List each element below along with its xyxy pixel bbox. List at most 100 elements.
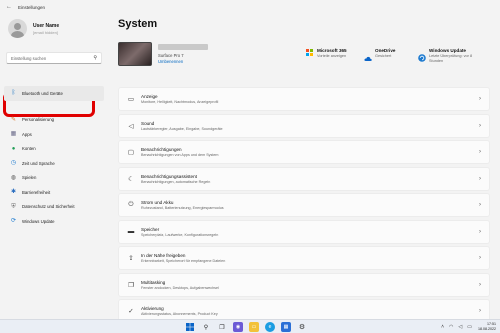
sidebar-item-accounts[interactable]: ● Konten	[4, 142, 104, 157]
settings-gear-icon[interactable]: ⚙	[297, 322, 307, 332]
activation-icon: ✓	[128, 308, 134, 315]
device-name-redacted	[158, 44, 208, 50]
user-email: [email hidden]	[33, 29, 58, 35]
person-icon: ●	[11, 145, 16, 152]
status-windows-update[interactable]: Windows Update Letzte Überprüfung: vor 8…	[418, 48, 483, 63]
chevron-right-icon: ›	[479, 308, 481, 314]
task-view-icon[interactable]: ❐	[217, 322, 227, 332]
search-icon[interactable]: ⚲	[93, 55, 97, 61]
settings-card-display[interactable]: ▭ Anzeige Monitore, Helligkeit, Nachtmod…	[118, 87, 490, 111]
sidebar-item-apps[interactable]: ▦ Apps	[4, 127, 104, 142]
microsoft-365-icon	[306, 49, 313, 56]
status-subtitle: Vorteile anzeigen	[317, 54, 347, 58]
chevron-up-icon[interactable]: ˄	[441, 324, 444, 330]
sidebar: User Name [email hidden] ⚲ ᛒ Bluetooth u…	[0, 14, 108, 319]
sidebar-item-personalization[interactable]: ✎ Personalisierung	[4, 113, 104, 128]
volume-icon[interactable]: ◁	[458, 324, 462, 330]
clock-date: 18.08.2022	[478, 326, 496, 331]
card-subtitle: Erkennbarkeit, Speicherort für empfangen…	[141, 259, 226, 263]
chat-icon[interactable]: ◉	[233, 322, 243, 332]
search-icon[interactable]: ⚲	[201, 322, 211, 332]
chevron-right-icon: ›	[479, 96, 481, 102]
sidebar-item-privacy[interactable]: ⛨ Datenschutz und Sicherheit	[4, 200, 104, 215]
card-subtitle: Lautstärkeregler, Ausgabe, Eingabe, Soun…	[141, 126, 223, 131]
settings-card-power[interactable]: ⏻ Strom und Akku Ruhezustand, Batterienu…	[118, 193, 490, 217]
card-subtitle: Speicherplatz, Laufwerke, Konfigurations…	[141, 232, 219, 237]
chevron-right-icon: ›	[479, 175, 481, 182]
moon-icon: ☾	[128, 175, 134, 183]
globe-clock-icon: ◷	[10, 160, 17, 167]
taskbar: ⚲ ❐ ◉ ▭ e ▦ ⚙ ˄ ◠ ◁ ▭ 17:51 18.08.2022	[0, 319, 500, 333]
card-subtitle: Benachrichtigungen, automatische Regeln	[141, 179, 211, 184]
device-info: Surface Pro 7 Umbenennen	[118, 42, 208, 66]
chevron-right-icon: ›	[479, 122, 481, 129]
sidebar-item-label: Bluetooth und Geräte	[22, 90, 63, 96]
sidebar-item-label: Datenschutz und Sicherheit	[22, 204, 75, 210]
user-name: User Name	[33, 22, 60, 29]
status-microsoft-365[interactable]: Microsoft 365 Vorteile anzeigen	[306, 48, 347, 59]
card-title: In der Nähe freigeben	[141, 253, 186, 258]
status-title: OneDrive	[375, 48, 396, 53]
status-subtitle: Letzte Überprüfung: vor 8 Stunden	[429, 54, 473, 63]
battery-icon[interactable]: ▭	[467, 324, 472, 330]
page-title: System	[118, 18, 158, 30]
sidebar-item-gaming[interactable]: ◍ Spielen	[4, 171, 104, 186]
sidebar-item-time-language[interactable]: ◷ Zeit und Sprache	[4, 156, 104, 171]
bluetooth-icon: ᛒ	[11, 90, 16, 97]
card-subtitle: Benachrichtigungen von Apps und dem Syst…	[141, 153, 219, 157]
sidebar-nav: ᛒ Bluetooth und Geräte ✎ Personalisierun…	[4, 86, 104, 229]
search-box[interactable]: ⚲	[6, 52, 102, 64]
card-title: Sound	[141, 120, 155, 126]
store-icon[interactable]: ▦	[281, 322, 291, 332]
windows-start-icon[interactable]	[185, 322, 195, 332]
sidebar-item-label: Personalisierung	[22, 117, 55, 123]
status-title: Windows Update	[429, 48, 466, 53]
power-icon: ⏻	[128, 201, 134, 208]
apps-icon: ▦	[10, 131, 17, 138]
storage-icon: ▬	[127, 228, 135, 235]
card-title: Speicher	[141, 226, 160, 232]
sidebar-item-accessibility[interactable]: ✱ Barrierefreiheit	[4, 185, 104, 200]
card-title: Benachrichtigungen	[141, 147, 182, 152]
settings-card-storage[interactable]: ▬ Speicher Speicherplatz, Laufwerke, Kon…	[118, 219, 490, 244]
sidebar-item-label: Windows Update	[22, 218, 55, 224]
card-subtitle: Aktivierungsstatus, Abonnements, Product…	[141, 312, 218, 316]
back-arrow-icon[interactable]: ←	[6, 4, 12, 10]
window-title: Einstellungen	[18, 4, 46, 10]
settings-card-notifications[interactable]: ▢ Benachrichtigungen Benachrichtigungen …	[118, 140, 490, 164]
file-explorer-icon[interactable]: ▭	[249, 322, 259, 332]
display-icon: ▭	[127, 96, 135, 103]
card-subtitle: Monitore, Helligkeit, Nachtmodus, Anzeig…	[141, 100, 219, 104]
windows-update-icon	[418, 49, 426, 62]
settings-list: ▭ Anzeige Monitore, Helligkeit, Nachtmod…	[118, 87, 490, 326]
rename-link[interactable]: Umbenennen	[158, 59, 208, 64]
edge-icon[interactable]: e	[265, 322, 275, 332]
speaker-icon: ◁	[128, 122, 134, 130]
sidebar-item-bluetooth[interactable]: ᛒ Bluetooth und Geräte	[4, 86, 104, 101]
settings-card-focus-assist[interactable]: ☾ Benachrichtigungsassistent Benachricht…	[118, 166, 490, 191]
card-title: Multitasking	[141, 279, 166, 285]
search-input[interactable]	[11, 55, 94, 61]
chevron-right-icon: ›	[479, 281, 481, 288]
chevron-right-icon: ›	[479, 255, 481, 261]
sidebar-item-label: Apps	[22, 131, 32, 137]
card-title: Anzeige	[141, 94, 158, 99]
settings-card-nearby-sharing[interactable]: ⇪ In der Nähe freigeben Erkennbarkeit, S…	[118, 246, 490, 270]
status-subtitle: Gesichert	[375, 54, 392, 58]
settings-card-sound[interactable]: ◁ Sound Lautstärkeregler, Ausgabe, Einga…	[118, 113, 490, 138]
clock[interactable]: 17:51 18.08.2022	[478, 322, 496, 331]
card-title: Benachrichtigungsassistent	[141, 173, 197, 179]
sidebar-item-windows-update[interactable]: ⟳ Windows Update	[4, 214, 104, 229]
chevron-right-icon: ›	[479, 149, 481, 155]
chevron-right-icon: ›	[479, 202, 481, 208]
share-icon: ⇪	[128, 255, 134, 262]
settings-card-multitasking[interactable]: ❐ Multitasking Fenster andocken, Desktop…	[118, 272, 490, 297]
multitasking-icon: ❐	[128, 281, 134, 289]
wifi-icon[interactable]: ◠	[449, 324, 453, 330]
user-profile[interactable]: User Name [email hidden]	[8, 19, 59, 38]
status-onedrive[interactable]: OneDrive Gesichert	[364, 48, 396, 61]
update-icon: ⟳	[10, 218, 17, 225]
sidebar-item-label: Spielen	[22, 175, 37, 181]
avatar	[8, 19, 27, 38]
card-subtitle: Ruhezustand, Batterienutzung, Energiespa…	[141, 206, 224, 210]
